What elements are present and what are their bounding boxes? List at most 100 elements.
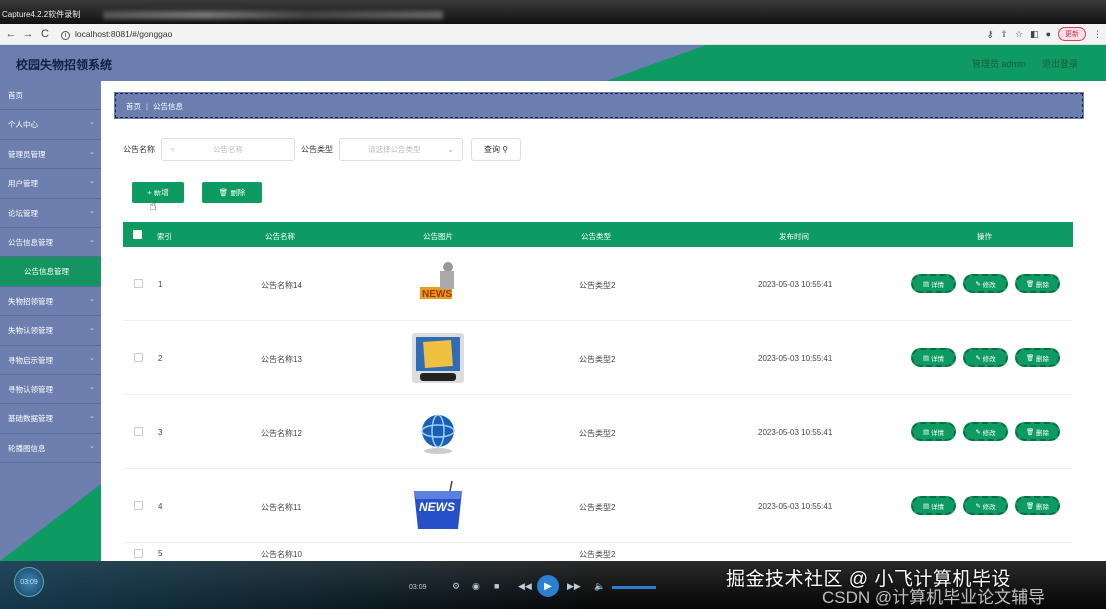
- edit-button[interactable]: ✎ 修改: [963, 422, 1008, 441]
- row-checkbox[interactable]: [134, 427, 143, 436]
- th-name: 公告名称: [265, 232, 295, 241]
- edit-label: 修改: [982, 429, 996, 437]
- row-index: 5: [158, 549, 163, 558]
- row-checkbox[interactable]: [134, 501, 143, 510]
- name-label: 公告名称: [123, 144, 155, 154]
- sidebar-item-label: 失物认领管理: [8, 326, 53, 336]
- browser-actions: ⚷ ⇪ ☆ ◧ ● 更新 ⋮: [987, 27, 1102, 41]
- back-icon[interactable]: ←: [4, 28, 18, 40]
- key-icon[interactable]: ⚷: [987, 29, 994, 40]
- app-title: 校园失物招领系统: [16, 58, 113, 72]
- detail-button[interactable]: ▤ 详情: [911, 348, 956, 367]
- chevron-down-icon: ⌄: [89, 413, 95, 421]
- row-checkbox[interactable]: [134, 279, 143, 288]
- row-index: 1: [158, 280, 163, 289]
- logout-link[interactable]: 退出登录: [1042, 57, 1078, 70]
- sidebar-item[interactable]: 寻物启示管理 ⌄: [0, 346, 101, 375]
- sidebar-item-label: 公告信息管理: [8, 237, 53, 247]
- breadcrumb-home[interactable]: 首页: [126, 102, 141, 111]
- row-index: 4: [158, 502, 163, 511]
- delete-button[interactable]: 🗑 删除: [1015, 496, 1060, 515]
- edit-button[interactable]: ✎ 修改: [963, 348, 1008, 367]
- stop-icon[interactable]: ■: [494, 581, 499, 591]
- address-bar[interactable]: i localhost:8081/#/gonggao: [61, 29, 172, 40]
- edit-button[interactable]: ✎ 修改: [963, 274, 1008, 293]
- share-icon[interactable]: ⇪: [1000, 29, 1008, 40]
- add-button[interactable]: + 新增: [132, 182, 184, 203]
- row-name: 公告名称11: [261, 503, 302, 512]
- type-label: 公告类型: [301, 144, 333, 154]
- sidebar-item[interactable]: 用户管理 ⌄: [0, 169, 101, 199]
- delete-label: 删除: [1036, 503, 1050, 511]
- table-row: 3 公告名称12 公告类型2 2023-05-03 10:55:41 ▤ 详情 ✎ 修改 🗑…: [123, 395, 1073, 469]
- sidebar-item-label: 公告信息管理: [24, 267, 69, 277]
- update-button[interactable]: 更新: [1058, 27, 1086, 41]
- profile-icon[interactable]: ●: [1046, 29, 1051, 39]
- main-content: 首页 | 公告信息 公告名称 ○ 公告名称 公告类型 请选择公告类型 ⌄ 查询 ⚲ …: [101, 81, 1106, 561]
- browser-toolbar: ← → C i localhost:8081/#/gonggao ⚷ ⇪ ☆ ◧ …: [0, 24, 1106, 45]
- volume-icon[interactable]: 🔈: [594, 581, 605, 592]
- fast-forward-icon[interactable]: ▶▶: [567, 581, 581, 592]
- sidepanel-icon[interactable]: ◧: [1030, 29, 1039, 40]
- table-header: 索引 公告名称 公告图片 公告类型 发布时间 操作: [123, 222, 1073, 247]
- select-all-checkbox[interactable]: [133, 230, 142, 239]
- detail-button[interactable]: ▤ 详情: [911, 274, 956, 293]
- play-button[interactable]: ▶: [537, 575, 559, 597]
- sidebar-item[interactable]: 基础数据管理 ⌄: [0, 404, 101, 434]
- recorder-title: Capture4.2.2软件录制: [2, 10, 81, 19]
- settings-icon[interactable]: ⚙: [452, 581, 460, 592]
- th-ops: 操作: [977, 232, 992, 241]
- detail-icon: ▤: [923, 354, 930, 362]
- breadcrumb-current: 公告信息: [152, 102, 183, 111]
- camera-icon[interactable]: ◉: [472, 581, 480, 592]
- app-header: 校园失物招领系统 管理员 admin 退出登录: [0, 45, 1106, 81]
- batch-delete-button[interactable]: 🗑 删除: [202, 182, 262, 203]
- query-button[interactable]: 查询 ⚲: [471, 137, 521, 161]
- menu-icon[interactable]: ⋮: [1093, 29, 1102, 40]
- row-checkbox[interactable]: [134, 353, 143, 362]
- edit-icon: ✎: [975, 354, 981, 362]
- sidebar-item[interactable]: 个人中心 ⌄: [0, 110, 101, 140]
- sidebar-subitem[interactable]: 公告信息管理: [0, 257, 101, 287]
- search-form: 公告名称 ○ 公告名称 公告类型 请选择公告类型 ⌄ 查询 ⚲: [123, 137, 521, 161]
- forward-icon[interactable]: →: [21, 28, 35, 40]
- sidebar-item[interactable]: 论坛管理 ⌄: [0, 199, 101, 228]
- detail-icon: ▤: [923, 502, 930, 510]
- star-icon[interactable]: ☆: [1015, 29, 1023, 40]
- row-type: 公告类型2: [579, 429, 616, 438]
- delete-button[interactable]: 🗑 删除: [1015, 274, 1060, 293]
- chevron-down-icon: ⌄: [89, 119, 95, 127]
- edit-button[interactable]: ✎ 修改: [963, 496, 1008, 515]
- chevron-down-icon: ⌄: [447, 144, 454, 154]
- rewind-icon[interactable]: ◀◀: [518, 581, 532, 592]
- edit-icon: ✎: [975, 280, 981, 288]
- row-name: 公告名称14: [261, 281, 302, 290]
- sidebar-item[interactable]: 公告信息管理 ⌄: [0, 228, 101, 258]
- sidebar-item[interactable]: 失物认领管理 ⌄: [0, 316, 101, 346]
- blurred-tabs: [102, 10, 443, 19]
- chevron-down-icon: ⌄: [89, 295, 95, 303]
- sidebar-item[interactable]: 首页: [0, 81, 101, 111]
- delete-button[interactable]: 🗑 删除: [1015, 348, 1060, 367]
- table-row: 5 公告名称10 公告类型2: [123, 543, 1073, 561]
- sidebar-item[interactable]: 管理员管理 ⌄: [0, 140, 101, 170]
- name-search-input[interactable]: ○ 公告名称: [161, 137, 295, 161]
- row-name: 公告名称13: [261, 355, 302, 364]
- row-checkbox[interactable]: [134, 549, 143, 558]
- recorder-title-bar: Capture4.2.2软件录制: [0, 0, 1106, 24]
- detail-button[interactable]: ▤ 详情: [911, 422, 956, 441]
- sidebar-item[interactable]: 寻物认领管理 ⌄: [0, 375, 101, 405]
- detail-button[interactable]: ▤ 详情: [911, 496, 956, 515]
- delete-button[interactable]: 🗑 删除: [1015, 422, 1060, 441]
- reload-icon[interactable]: C: [38, 28, 52, 40]
- chevron-down-icon: ⌄: [89, 148, 95, 156]
- hand-cursor-icon: ☝: [149, 198, 157, 213]
- type-select[interactable]: 请选择公告类型 ⌄: [339, 137, 463, 161]
- volume-slider[interactable]: [612, 586, 656, 589]
- search-icon: ⚲: [502, 144, 509, 154]
- sidebar-item[interactable]: 失物招领管理 ⌄: [0, 287, 101, 317]
- delete-label: 删除: [1036, 355, 1050, 363]
- sidebar-item[interactable]: 轮播图信息 ⌄: [0, 434, 101, 464]
- breadcrumb: 首页 | 公告信息: [115, 93, 1083, 118]
- sidebar-item-label: 论坛管理: [8, 208, 38, 218]
